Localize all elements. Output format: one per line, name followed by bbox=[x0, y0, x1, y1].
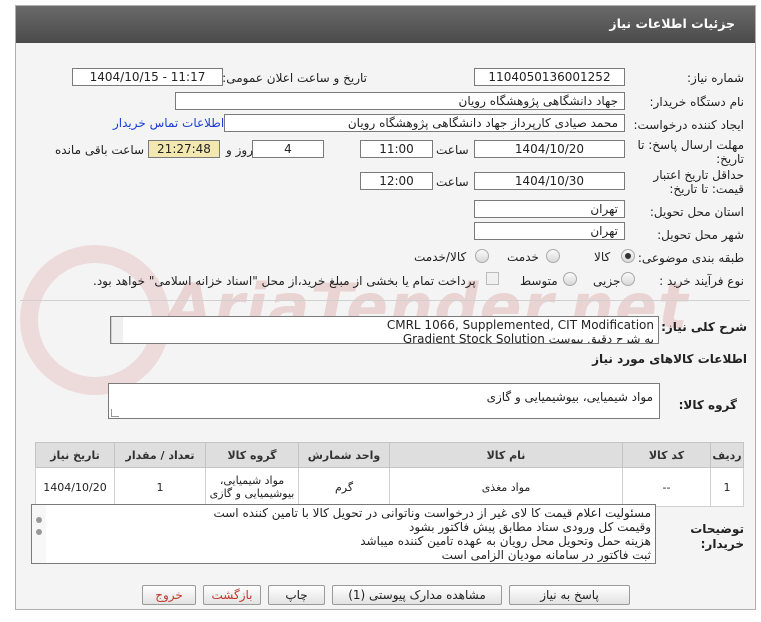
scroll-dot-icon bbox=[36, 529, 42, 535]
deadline-date-field: 1404/10/20 bbox=[474, 140, 625, 158]
days-label: روز و bbox=[226, 143, 253, 157]
announce-field: 1404/10/15 - 11:17 bbox=[72, 68, 223, 86]
col-row: ردیف bbox=[710, 442, 744, 468]
province-field: تهران bbox=[474, 200, 625, 218]
validity-label-line1: حداقل تاریخ اعتبار bbox=[653, 168, 744, 182]
process-option-minor: جزیی bbox=[593, 274, 621, 288]
deadline-label-line2: تاریخ: bbox=[716, 152, 744, 166]
deadline-label-line1: مهلت ارسال پاسخ: تا bbox=[637, 138, 744, 152]
notes-scrollbar[interactable] bbox=[32, 505, 46, 563]
goods-section-title: اطلاعات کالاهای مورد نیاز bbox=[592, 352, 747, 366]
remaining-time-field: 21:27:48 bbox=[148, 140, 220, 158]
category-radio-goods[interactable] bbox=[621, 249, 635, 263]
table-row[interactable]: 1 -- مواد مغذی گرم مواد شیمیایی، بیوشیمی… bbox=[35, 467, 744, 507]
col-code: کد کالا bbox=[622, 442, 711, 468]
buyer-note-line-1: مسئولیت اعلام قیمت کا لای غیر از درخواست… bbox=[213, 506, 651, 520]
buyer-note-line-2: وقیمت کل ورودی ستاد مطابق پیش فاکتور بشو… bbox=[408, 520, 651, 534]
category-label: طبقه بندی موضوعی: bbox=[637, 251, 744, 265]
col-date: تاریخ نیاز bbox=[35, 442, 115, 468]
buyer-org-field: جهاد دانشگاهی پژوهشگاه رویان bbox=[175, 92, 625, 110]
buyer-note-line-3: هزینه حمل وتحویل محل رویان به عهده تامین… bbox=[360, 534, 651, 548]
cell-row: 1 bbox=[710, 467, 744, 507]
validity-label-line2: قیمت: تا تاریخ: bbox=[669, 182, 744, 196]
goods-table-header: ردیف کد کالا نام کالا واحد شمارش گروه کا… bbox=[35, 442, 744, 468]
col-group: گروه کالا bbox=[205, 442, 299, 468]
category-radio-goods-service[interactable] bbox=[475, 249, 489, 263]
buyer-notes-label-line1: توضیحات bbox=[690, 522, 744, 536]
col-name: نام کالا bbox=[389, 442, 623, 468]
treasury-note: پرداخت تمام یا بخشی از مبلغ خرید،از محل … bbox=[93, 274, 476, 288]
validity-date-field: 1404/10/30 bbox=[474, 172, 625, 190]
deadline-time-label: ساعت bbox=[436, 143, 469, 157]
description-line-1: CMRL 1066, Supplemented, CIT Modificatio… bbox=[386, 318, 654, 332]
process-label: نوع فرآیند خرید : bbox=[659, 274, 744, 288]
treasury-checkbox[interactable] bbox=[486, 272, 499, 285]
view-attachments-button[interactable]: مشاهده مدارک پیوستی (1) bbox=[332, 585, 502, 605]
category-option-service: خدمت bbox=[507, 250, 539, 264]
goods-group-textarea[interactable]: مواد شیمیایی، بیوشیمیایی و گازی bbox=[108, 383, 660, 419]
buyer-notes-label-line2: خریدار: bbox=[700, 537, 744, 551]
buyer-note-line-4: ثبت فاکتور در سامانه مودیان الزامی است bbox=[441, 548, 651, 562]
deadline-time-field: 11:00 bbox=[360, 140, 433, 158]
goods-group-label: گروه کالا: bbox=[678, 398, 737, 412]
cell-date: 1404/10/20 bbox=[35, 467, 115, 507]
print-button[interactable]: چاپ bbox=[268, 585, 325, 605]
creator-field: محمد صیادی کارپرداز جهاد دانشگاهی پژوهشگ… bbox=[224, 114, 625, 132]
announce-label: تاریخ و ساعت اعلان عمومی: bbox=[222, 71, 367, 85]
buyer-notes-textarea[interactable]: مسئولیت اعلام قیمت کا لای غیر از درخواست… bbox=[31, 504, 656, 564]
cell-qty: 1 bbox=[114, 467, 206, 507]
reply-button[interactable]: پاسخ به نیاز bbox=[509, 585, 630, 605]
validity-time-field: 12:00 bbox=[360, 172, 433, 190]
remaining-label: ساعت باقی مانده bbox=[55, 143, 145, 157]
city-label: شهر محل تحویل: bbox=[657, 228, 744, 242]
section-divider bbox=[20, 300, 750, 301]
col-unit: واحد شمارش bbox=[298, 442, 390, 468]
need-number-label: شماره نیاز: bbox=[687, 71, 744, 85]
process-radio-medium[interactable] bbox=[563, 272, 577, 286]
province-label: استان محل تحویل: bbox=[649, 205, 744, 219]
buyer-org-label: نام دستگاه خریدار: bbox=[649, 95, 745, 109]
page-title: جزئیات اطلاعات نیاز bbox=[609, 16, 735, 31]
description-textarea[interactable]: CMRL 1066, Supplemented, CIT Modificatio… bbox=[110, 316, 659, 344]
scroll-dot-icon bbox=[36, 517, 42, 523]
title-bar: جزئیات اطلاعات نیاز bbox=[16, 6, 755, 43]
description-scrollbar[interactable] bbox=[111, 317, 123, 343]
cell-unit: گرم bbox=[298, 467, 390, 507]
creator-label: ایجاد کننده درخواست: bbox=[633, 118, 744, 132]
validity-time-label: ساعت bbox=[436, 175, 469, 189]
contact-info-link[interactable]: اطلاعات تماس خریدار bbox=[113, 116, 224, 130]
city-field: تهران bbox=[474, 222, 625, 240]
goods-table: ردیف کد کالا نام کالا واحد شمارش گروه کا… bbox=[35, 442, 744, 507]
exit-button[interactable]: خروج bbox=[142, 585, 196, 605]
cell-code: -- bbox=[622, 467, 711, 507]
col-qty: تعداد / مقدار bbox=[114, 442, 206, 468]
process-option-medium: متوسط bbox=[520, 274, 558, 288]
category-radio-service[interactable] bbox=[546, 249, 560, 263]
cell-name: مواد مغذی bbox=[389, 467, 623, 507]
cell-group: مواد شیمیایی، بیوشیمیایی و گازی bbox=[205, 467, 299, 507]
description-label: شرح کلی نیاز: bbox=[661, 320, 747, 334]
process-radio-minor[interactable] bbox=[621, 272, 635, 286]
need-number-field: 1104050136001252 bbox=[474, 68, 625, 86]
description-line-2: Gradient Stock Solution به شرح دقیق پیوس… bbox=[402, 332, 654, 344]
resize-grip-icon bbox=[111, 409, 119, 417]
category-option-goods-service: کالا/خدمت bbox=[414, 250, 467, 264]
goods-group-value: مواد شیمیایی، بیوشیمیایی و گازی bbox=[486, 390, 653, 404]
days-field: 4 bbox=[252, 140, 324, 158]
back-button[interactable]: بازگشت bbox=[203, 585, 261, 605]
category-option-goods: کالا bbox=[594, 250, 611, 264]
